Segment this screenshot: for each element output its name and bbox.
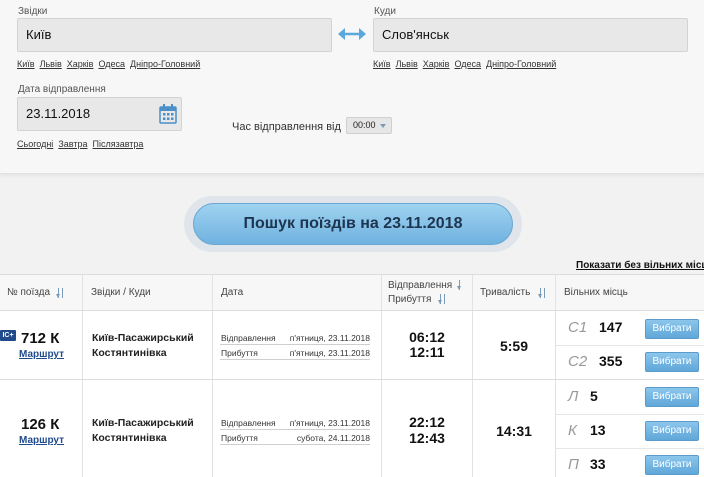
date-underline (220, 344, 370, 345)
header-route: Звідки / Куди (83, 275, 213, 311)
departure-date: п'ятниця, 23.11.2018 (289, 418, 370, 428)
header-train[interactable]: № поїзда (0, 275, 83, 311)
column-divider (555, 311, 556, 477)
calendar-icon[interactable] (159, 104, 177, 124)
station-from: Київ-Пасажирський (92, 332, 194, 344)
search-button-wrap: Пошук поїздів на 23.11.2018 (184, 196, 522, 252)
seat-divider (556, 448, 704, 449)
seat-class: К (568, 422, 577, 439)
to-quick-links: Київ Львів Харків Одеса Дніпро-Головний (373, 59, 561, 69)
from-quick-links: Київ Львів Харків Одеса Дніпро-Головний (17, 59, 205, 69)
select-seats-button[interactable]: Вибрати (645, 421, 699, 441)
trip-duration: 14:31 (496, 423, 532, 439)
date-underline (220, 444, 370, 445)
seat-divider (556, 345, 704, 346)
select-seats-button[interactable]: Вибрати (645, 319, 699, 339)
date-label: Дата відправлення (18, 84, 106, 95)
to-quick-kharkiv[interactable]: Харків (423, 59, 450, 69)
date-input[interactable]: 23.11.2018 (17, 97, 182, 131)
header-train-label: № поїзда (7, 287, 51, 298)
departure-date: п'ятниця, 23.11.2018 (289, 333, 370, 343)
header-arr-label: Прибуття (388, 294, 432, 305)
seat-class: С2 (568, 353, 588, 370)
header-duration-label: Тривалість (480, 287, 531, 298)
seat-class: П (568, 456, 579, 473)
from-quick-kyiv[interactable]: Київ (17, 59, 35, 69)
station-to: Костянтинівка (92, 432, 167, 444)
seat-count: 355 (599, 353, 623, 369)
header-duration[interactable]: Тривалість (473, 275, 556, 311)
seat-class: С1 (568, 319, 588, 336)
sort-icon[interactable] (56, 288, 66, 298)
sort-icon[interactable] (457, 280, 467, 290)
seat-class: Л (568, 388, 579, 405)
header-date-label: Дата (221, 287, 244, 298)
from-quick-kharkiv[interactable]: Харків (67, 59, 94, 69)
date-underline (220, 429, 370, 430)
column-divider (472, 311, 473, 477)
show-without-seats-link[interactable]: Показати без вільних місць (576, 260, 704, 271)
date-quick-day-after[interactable]: Післязавтра (92, 139, 143, 149)
from-quick-lviv[interactable]: Львів (40, 59, 62, 69)
seat-count: 13 (590, 422, 606, 438)
date-quick-links: Сьогодні Завтра Післязавтра (17, 139, 148, 149)
sort-icon[interactable] (438, 294, 448, 304)
seat-count: 5 (590, 388, 598, 404)
route-link[interactable]: Маршрут (19, 349, 64, 360)
to-quick-lviv[interactable]: Львів (396, 59, 418, 69)
from-quick-dnipro[interactable]: Дніпро-Головний (130, 59, 200, 69)
caret-down-icon (380, 124, 386, 128)
station-from: Київ-Пасажирський (92, 417, 194, 429)
swap-arrows-icon[interactable] (336, 24, 368, 44)
train-number: 126 К (21, 416, 60, 433)
arrival-time: 12:11 (409, 344, 445, 360)
select-seats-button[interactable]: Вибрати (645, 352, 699, 372)
train-number: 712 К (21, 330, 60, 347)
time-label: Час відправлення від (232, 121, 341, 133)
arrival-date: субота, 24.11.2018 (296, 433, 370, 443)
route-link[interactable]: Маршрут (19, 435, 64, 446)
departure-time: 22:12 (409, 414, 445, 430)
to-quick-dnipro[interactable]: Дніпро-Головний (486, 59, 556, 69)
header-date: Дата (213, 275, 382, 311)
row-divider (0, 379, 704, 380)
seat-divider (556, 414, 704, 415)
seat-count: 33 (590, 456, 606, 472)
header-dep-label: Відправлення (388, 280, 453, 291)
header-seats-label: Вільних місць (564, 287, 628, 298)
departure-time: 06:12 (409, 329, 445, 345)
time-select-value: 00:00 (353, 120, 376, 130)
from-quick-odesa[interactable]: Одеса (98, 59, 125, 69)
column-divider (82, 311, 83, 477)
header-route-label: Звідки / Куди (91, 287, 151, 298)
arrival-time: 12:43 (409, 430, 445, 446)
time-select[interactable]: 00:00 (346, 117, 392, 134)
seat-count: 147 (599, 319, 623, 335)
arrival-date: п'ятниця, 23.11.2018 (289, 348, 370, 358)
search-trains-button[interactable]: Пошук поїздів на 23.11.2018 (193, 203, 513, 245)
to-quick-odesa[interactable]: Одеса (454, 59, 481, 69)
trip-duration: 5:59 (499, 338, 529, 354)
header-seats: Вільних місць (556, 275, 704, 311)
station-to: Костянтинівка (92, 347, 167, 359)
results-table: № поїзда Звідки / Куди Дата Відправлення… (0, 274, 704, 477)
column-divider (212, 311, 213, 477)
header-dep-arr[interactable]: Відправлення Прибуття (382, 275, 473, 311)
to-quick-kyiv[interactable]: Київ (373, 59, 391, 69)
from-input[interactable]: Київ (17, 18, 332, 52)
to-label: Куди (374, 6, 396, 17)
from-label: Звідки (18, 6, 48, 17)
date-quick-today[interactable]: Сьогодні (17, 139, 53, 149)
to-input[interactable]: Слов'янськ (373, 18, 688, 52)
sort-icon[interactable] (538, 288, 548, 298)
select-seats-button[interactable]: Вибрати (645, 455, 699, 475)
search-form-panel: Звідки Київ Київ Львів Харків Одеса Дніпро-Г… (0, 0, 704, 174)
date-quick-tomorrow[interactable]: Завтра (58, 139, 87, 149)
select-seats-button[interactable]: Вибрати (645, 387, 699, 407)
date-underline (220, 359, 370, 360)
intercity-badge-icon: IC+ (0, 330, 16, 341)
